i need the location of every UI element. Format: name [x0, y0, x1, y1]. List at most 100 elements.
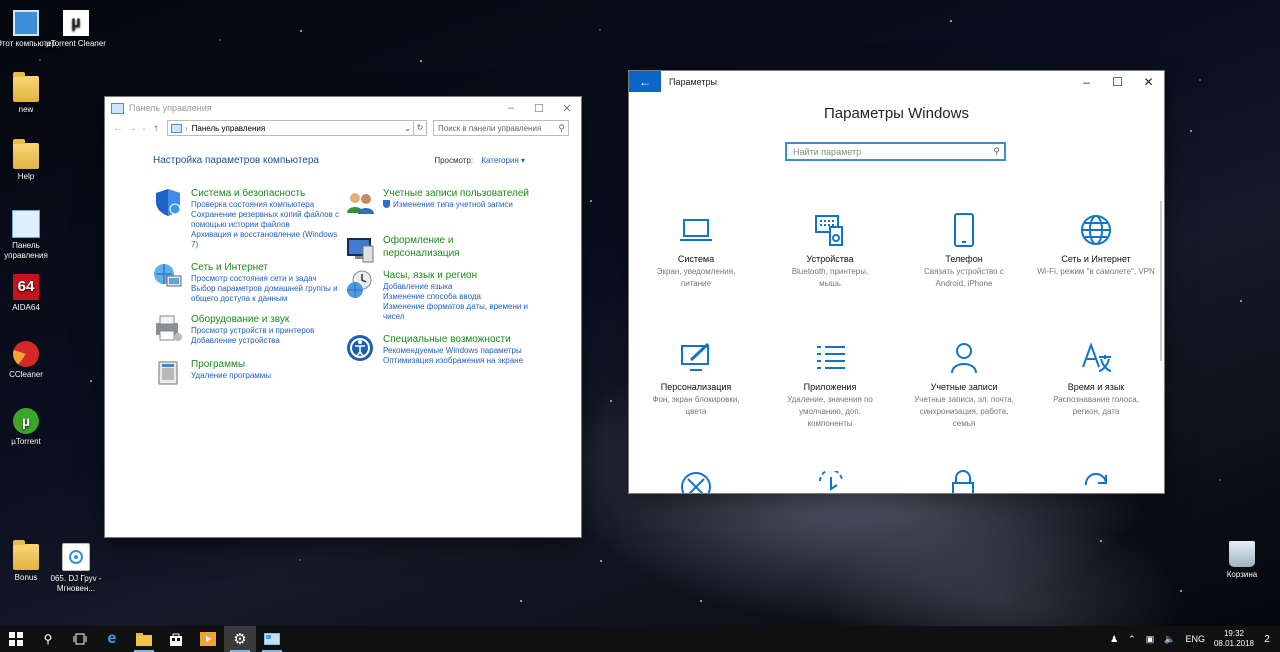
- tile-personalization[interactable]: Персонализация Фон, экран блокировки, цв…: [629, 338, 763, 418]
- back-arrow-icon: ←: [639, 74, 651, 89]
- tile-time-language[interactable]: Время и язык Распознавание голоса, регио…: [1029, 338, 1163, 418]
- file-explorer-icon[interactable]: [128, 626, 160, 652]
- category-link[interactable]: Добавление устройства: [191, 336, 314, 346]
- volume-icon[interactable]: 🔈: [1164, 634, 1175, 645]
- xbox-icon[interactable]: [680, 471, 712, 493]
- tile-title: Учетные записи: [930, 382, 998, 392]
- taskbar: ⚲ e ⚙ ♟ ⌃ ▣ 🔈 ENG 19:32 08.01.2018 2: [0, 626, 1280, 652]
- recent-dropdown-icon[interactable]: ⌄: [139, 124, 149, 132]
- desktop-icon-label: new: [18, 105, 34, 114]
- view-by-dropdown[interactable]: Категория ▾: [481, 156, 525, 165]
- back-button[interactable]: ←: [629, 71, 661, 92]
- desktop-icon-label: µTorrent: [11, 437, 41, 446]
- category-link[interactable]: Добавление языка: [383, 282, 533, 292]
- minimize-button[interactable]: –: [497, 102, 525, 115]
- category-link[interactable]: Изменение способа ввода: [383, 292, 533, 302]
- utorrent-icon: µ: [13, 408, 39, 434]
- page-title: Настройка параметров компьютера: [153, 155, 319, 166]
- close-button[interactable]: ✕: [1133, 75, 1164, 89]
- desktop-icon-aida64[interactable]: 64 AIDA64: [0, 274, 56, 313]
- category-title-link[interactable]: Часы, язык и регион: [383, 269, 533, 282]
- control-panel-icon[interactable]: [256, 626, 288, 652]
- settings-search-input[interactable]: Найти параметр ⚲: [785, 142, 1006, 161]
- view-by: Просмотр: Категория ▾: [434, 156, 525, 165]
- shield-icon: [153, 187, 183, 217]
- task-view-icon[interactable]: [64, 626, 96, 652]
- back-arrow-icon[interactable]: ←: [111, 123, 125, 134]
- close-button[interactable]: ✕: [553, 102, 581, 115]
- desktop-icon-utorrent[interactable]: µ µTorrent: [0, 408, 56, 447]
- edge-icon[interactable]: e: [96, 626, 128, 652]
- category-link[interactable]: Изменение форматов даты, времени и чисел: [383, 302, 533, 322]
- network-icon[interactable]: ▣: [1146, 634, 1155, 645]
- settings-gear-icon[interactable]: ⚙: [224, 626, 256, 652]
- category-clock-language: Часы, язык и регион Добавление языка Изм…: [345, 269, 555, 322]
- minimize-button[interactable]: –: [1071, 75, 1102, 89]
- store-icon[interactable]: [160, 626, 192, 652]
- tile-phone[interactable]: Телефон Связать устройство с Android, iP…: [897, 210, 1031, 290]
- desktop-icon-new[interactable]: new: [0, 72, 56, 115]
- desktop-icon-ccleaner[interactable]: CCleaner: [0, 341, 56, 380]
- category-link[interactable]: Проверка состояния компьютера: [191, 200, 343, 210]
- aida64-icon: 64: [13, 274, 39, 300]
- clock[interactable]: 19:32 08.01.2018: [1214, 629, 1254, 649]
- refresh-icon[interactable]: ↻: [414, 120, 427, 136]
- tile-network[interactable]: Сеть и Интернет Wi-Fi, режим "в самолете…: [1029, 210, 1163, 278]
- tile-system[interactable]: Система Экран, уведомления, питание: [629, 210, 763, 290]
- up-arrow-icon[interactable]: ↑: [149, 123, 163, 134]
- settings-titlebar[interactable]: ← Параметры – ☐ ✕: [629, 71, 1164, 92]
- search-icon[interactable]: ⚲: [32, 626, 64, 652]
- category-link[interactable]: Изменение типа учетной записи: [383, 200, 553, 210]
- forward-arrow-icon[interactable]: →: [125, 123, 139, 134]
- category-title-link[interactable]: Программы: [191, 358, 271, 371]
- address-bar[interactable]: › Панель управления ⌄: [167, 120, 414, 136]
- category-link[interactable]: Выбор параметров домашней группы и общег…: [191, 284, 343, 304]
- category-link[interactable]: Рекомендуемые Windows параметры: [383, 346, 523, 356]
- category-link[interactable]: Сохранение резервных копий файлов с помо…: [191, 210, 343, 230]
- search-input[interactable]: Поиск в панели управления ⚲: [433, 120, 569, 136]
- category-link[interactable]: Архивация и восстановление (Windows 7): [191, 230, 343, 250]
- breadcrumb-separator-icon: ›: [185, 123, 188, 133]
- tile-apps[interactable]: Приложения Удаление, значения по умолчан…: [763, 338, 897, 430]
- desktop-icon-utorrent-cleaner[interactable]: µ µTorrent Cleaner: [46, 10, 106, 49]
- media-icon[interactable]: [192, 626, 224, 652]
- printer-icon: [153, 313, 183, 343]
- tile-title: Приложения: [803, 382, 857, 392]
- control-panel-window[interactable]: Панель управления – ☐ ✕ ← → ⌄ ↑ › Панель…: [105, 97, 581, 537]
- language-indicator[interactable]: ENG: [1185, 634, 1205, 644]
- maximize-button[interactable]: ☐: [1102, 75, 1133, 89]
- desktop-icon-recycle-bin[interactable]: Корзина: [1212, 541, 1272, 580]
- ease-of-access-icon[interactable]: [814, 469, 848, 493]
- category-title-link[interactable]: Специальные возможности: [383, 333, 523, 346]
- category-link[interactable]: Просмотр устройств и принтеров: [191, 326, 314, 336]
- show-hidden-icons-icon[interactable]: ⌃: [1128, 634, 1136, 645]
- maximize-button[interactable]: ☐: [525, 102, 553, 115]
- desktop-icon-help[interactable]: Help: [0, 139, 56, 182]
- time-language-icon: [1029, 338, 1163, 378]
- category-title-link[interactable]: Сеть и Интернет: [191, 261, 343, 274]
- laptop-icon: [629, 210, 763, 250]
- category-title-link[interactable]: Оборудование и звук: [191, 313, 314, 326]
- settings-window[interactable]: ← Параметры – ☐ ✕ Параметры Windows Найт…: [629, 71, 1164, 493]
- category-title-link[interactable]: Учетные записи пользователей: [383, 187, 553, 200]
- category-title-link[interactable]: Система и безопасность: [191, 187, 343, 200]
- category-link[interactable]: Удаление программы: [191, 371, 271, 381]
- windows-start-icon[interactable]: [0, 626, 32, 652]
- desktop-icon-control-panel[interactable]: Панель управления: [0, 210, 56, 261]
- lock-icon[interactable]: [948, 469, 978, 493]
- control-panel-titlebar[interactable]: Панель управления – ☐ ✕: [105, 97, 581, 119]
- category-title-link[interactable]: Оформление и персонализация: [383, 234, 503, 260]
- action-center-icon[interactable]: 2: [1258, 630, 1276, 648]
- chevron-down-icon[interactable]: ⌄: [404, 124, 413, 133]
- update-icon[interactable]: [1080, 471, 1112, 493]
- category-link[interactable]: Оптимизация изображения на экране: [383, 356, 523, 366]
- desktop-icon-mp3[interactable]: 065. DJ Груv - Мгновен...: [46, 543, 106, 594]
- breadcrumb: Панель управления: [191, 123, 266, 133]
- people-icon[interactable]: ♟: [1110, 634, 1118, 645]
- view-by-value: Категория: [481, 156, 519, 165]
- tile-accounts[interactable]: Учетные записи Учетные записи, эл. почта…: [897, 338, 1031, 430]
- users-icon: [345, 187, 375, 217]
- tile-devices[interactable]: Устройства Bluetooth, принтеры, мышь: [763, 210, 897, 290]
- utorrent-cleaner-icon: µ: [63, 10, 89, 36]
- category-link[interactable]: Просмотр состояния сети и задач: [191, 274, 343, 284]
